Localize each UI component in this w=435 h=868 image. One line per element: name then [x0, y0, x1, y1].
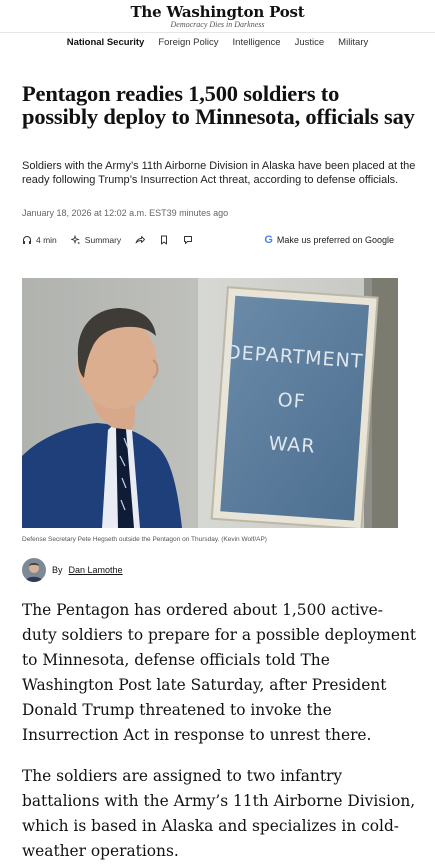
lead-photo-illustration: DEPARTMENT OF WAR [22, 278, 398, 528]
site-tagline: Democracy Dies in Darkness [170, 20, 265, 29]
listen-duration: 4 min [36, 235, 57, 245]
article-timestamp: January 18, 2026 at 12:02 a.m. EST39 min… [22, 208, 229, 218]
share-button[interactable] [135, 235, 146, 245]
article-dek: Soldiers with the Army’s 11th Airborne D… [22, 160, 416, 186]
nav-item-military[interactable]: Military [338, 37, 368, 53]
site-logo[interactable]: The Washington Post [0, 0, 435, 20]
author-avatar[interactable] [22, 558, 46, 582]
nav-item-foreign-policy[interactable]: Foreign Policy [158, 37, 218, 53]
comments-button[interactable] [183, 235, 193, 245]
section-nav: National Security Foreign Policy Intelli… [0, 37, 435, 53]
byline: By Dan Lamothe [22, 558, 123, 582]
article-paragraph-2: The soldiers are assigned to two infantr… [22, 767, 416, 860]
google-preferred-label: Make us preferred on Google [276, 235, 394, 245]
photo-caption: Defense Secretary Pete Hegseth outside t… [22, 536, 267, 543]
author-link[interactable]: Dan Lamothe [69, 565, 123, 575]
comment-icon [183, 235, 193, 245]
bookmark-icon [159, 235, 169, 245]
masthead: The Washington Post Democracy Dies in Da… [0, 0, 435, 33]
share-icon [135, 235, 146, 245]
nav-item-intelligence[interactable]: Intelligence [233, 37, 281, 53]
sparkle-icon [70, 235, 81, 245]
google-preferred-button[interactable]: G Make us preferred on Google [264, 234, 394, 246]
lead-photo[interactable]: DEPARTMENT OF WAR [22, 278, 398, 528]
listen-button[interactable]: 4 min [22, 235, 57, 245]
article-headline: Pentagon readies 1,500 soldiers to possi… [22, 81, 415, 129]
summary-button[interactable]: Summary [70, 235, 122, 245]
google-icon: G [264, 234, 273, 246]
byline-prefix: By [52, 565, 63, 575]
headphones-icon [22, 235, 32, 245]
save-button[interactable] [159, 235, 169, 245]
article-actions-bar: 4 min Summary G Make us preferred on Goo… [22, 232, 417, 248]
nav-item-national-security[interactable]: National Security [67, 37, 145, 53]
nav-item-justice[interactable]: Justice [295, 37, 325, 53]
article-paragraph-1: The Pentagon has ordered about 1,500 act… [22, 601, 417, 744]
summary-label: Summary [84, 235, 122, 245]
